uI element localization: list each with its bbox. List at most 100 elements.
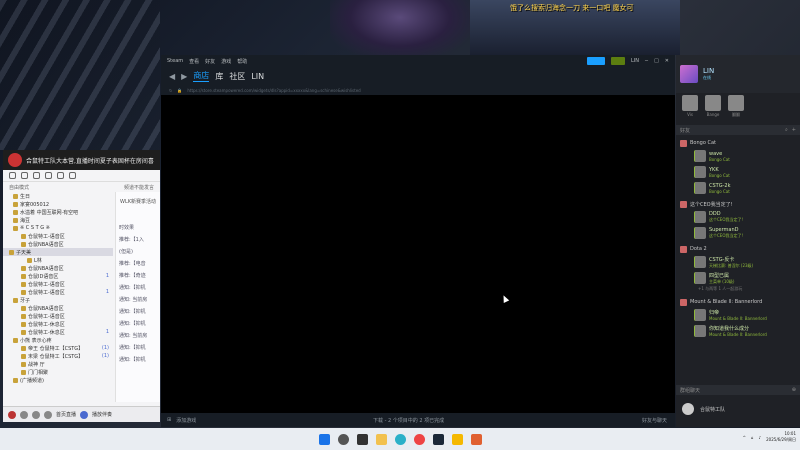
clock[interactable]: 10:01 2025/6/29/周日 — [766, 431, 796, 443]
search-icon[interactable]: ⌕ — [785, 127, 788, 133]
close-icon[interactable]: ✕ — [665, 58, 669, 64]
channel-tree-item[interactable]: 末梁 仓鼠特工【CSTG】 (1) — [3, 352, 113, 360]
location-icon[interactable] — [33, 172, 40, 179]
my-status[interactable]: 在线 — [703, 75, 714, 81]
channel-tree-item[interactable]: 仓鼠特工-休息区 1 — [3, 328, 113, 336]
maximize-icon[interactable]: □ — [654, 58, 659, 64]
grid-icon[interactable] — [45, 172, 52, 179]
channel-tree-item[interactable]: 仓鼠特工-语音区 — [3, 312, 113, 320]
yy-icon[interactable] — [451, 433, 463, 445]
mode-select[interactable]: 自由模式 — [9, 184, 29, 191]
channel-tree-item[interactable]: 水溢着 中国互联网·有空吧 — [3, 208, 113, 216]
avatar — [694, 256, 706, 268]
network-icon[interactable]: ⌂ — [751, 435, 754, 440]
url-text[interactable]: https://store.steampowered.com/widgets/d… — [187, 88, 360, 93]
windows-start-icon[interactable] — [318, 433, 330, 445]
mic-icon[interactable] — [32, 410, 40, 419]
channel-tree-item[interactable]: 仓鼠特工-语音区 — [3, 232, 113, 240]
menu-friends[interactable]: 好友 — [205, 58, 215, 65]
channel-tree-item[interactable]: 仓鼠NBA语音区 — [3, 304, 113, 312]
recent-friend[interactable]: Bange — [703, 95, 723, 121]
channel-tree-item[interactable]: 牙子 — [3, 296, 113, 304]
recent-friend[interactable]: Vis — [680, 95, 700, 121]
channel-tree-item[interactable]: 海豆 — [3, 216, 113, 224]
friend-item[interactable]: CSTG-反卡 天梯比赛: 普涅尔 (23级) — [676, 254, 800, 270]
channel-tree-item[interactable]: 仓鼠特工-休息区 — [3, 320, 113, 328]
account-menu[interactable]: LIN — [631, 58, 639, 64]
menu-games[interactable]: 游戏 — [221, 58, 231, 65]
notification-button[interactable] — [611, 57, 626, 65]
search-icon[interactable] — [69, 172, 76, 179]
channel-tree-item[interactable]: 子天美 — [3, 248, 113, 256]
friend-item[interactable]: DDD 这个CEO我当定了! — [676, 209, 800, 225]
channel-tree-item[interactable]: 帝王 仓鼠特工【CSTG】 (1) — [3, 344, 113, 352]
user-icon[interactable] — [9, 172, 16, 179]
tab-store[interactable]: 商店 — [193, 70, 210, 82]
add-game-icon[interactable]: ⊞ — [167, 417, 171, 423]
chevron-up-icon[interactable]: ^ — [743, 435, 746, 440]
friend-group-header[interactable]: Bongo Cat — [676, 138, 800, 148]
friend-item[interactable]: CSTG-2k Bongo Cat — [676, 180, 800, 196]
menu-steam[interactable]: Steam — [167, 58, 183, 64]
channel-tree-item[interactable]: 小熊 表示心疼 — [3, 336, 113, 344]
volume-icon[interactable]: ♪ — [759, 435, 762, 440]
recent-friend[interactable]: 翻翻 — [726, 95, 746, 121]
file-explorer-icon[interactable] — [375, 433, 387, 445]
settings-icon[interactable] — [21, 172, 28, 179]
channel-tree-item[interactable]: ※ C S T G ※ — [3, 224, 113, 232]
broadcast-button[interactable] — [587, 57, 606, 65]
friend-item[interactable]: SupermanD 这个CEO我当定了! — [676, 225, 800, 241]
my-profile[interactable]: LIN 在线 — [676, 55, 800, 93]
channel-tree-item[interactable]: 仓鼠NBA语音区 — [3, 240, 113, 248]
friend-item[interactable]: 四型已属 主菜单 (10级) — [676, 270, 800, 286]
channel-tree-item[interactable]: 仓鼠特工-语音区 — [3, 280, 113, 288]
minimize-icon[interactable]: ─ — [645, 58, 648, 64]
friend-item[interactable]: 你知道我什么成分 Mount & Blade II: Bannerlord — [676, 323, 800, 339]
friend-item[interactable]: 归帝 Mount & Blade II: Bannerlord — [676, 307, 800, 323]
play-accompaniment-button[interactable]: 播放伴奏 — [92, 411, 112, 418]
back-arrow-icon[interactable]: ◀ — [169, 72, 175, 81]
menu-help[interactable]: 帮助 — [237, 58, 247, 65]
menu-view[interactable]: 查看 — [189, 58, 199, 65]
channel-tree-item[interactable]: 战神 厅 — [3, 360, 113, 368]
search-icon[interactable] — [337, 433, 349, 445]
avatar[interactable] — [680, 65, 698, 83]
task-view-icon[interactable] — [356, 433, 368, 445]
channel-tree-item[interactable]: 生日 — [3, 192, 113, 200]
add-game-button[interactable]: 添加游戏 — [176, 417, 196, 424]
channel-tree-item[interactable]: 仓鼠特工-语音区 1 — [3, 288, 113, 296]
channel-tree-item[interactable]: L林 — [3, 256, 113, 264]
channel-tree-item[interactable]: 仓鼠NBA语音区 — [3, 264, 113, 272]
tab-community[interactable]: 社区 — [229, 71, 245, 82]
channel-tree-item[interactable]: (广播频道) — [3, 376, 113, 384]
friend-group-header[interactable]: Dota 2 — [676, 244, 800, 254]
channel-tree-item[interactable]: 门门相聚 — [3, 368, 113, 376]
steam-icon[interactable] — [432, 433, 444, 445]
forward-arrow-icon[interactable]: ▶ — [181, 72, 187, 81]
friend-group-header[interactable]: 这个CEO我当定了! — [676, 199, 800, 209]
add-friend-icon[interactable]: + — [792, 127, 796, 133]
group-chat-item[interactable]: 合鼠特工队 — [676, 399, 800, 419]
message-icon[interactable] — [57, 172, 64, 179]
add-chat-icon[interactable]: ⊕ — [792, 387, 796, 393]
friend-item[interactable]: YKK Bongo Cat — [676, 164, 800, 180]
channel-tree-item[interactable]: 仓鼠ID语音区 1 — [3, 272, 113, 280]
hall-button[interactable]: 首页直播 — [56, 411, 76, 418]
friend-item[interactable]: wave Bongo Cat — [676, 148, 800, 164]
headset-icon[interactable] — [44, 410, 52, 419]
avatar — [682, 403, 694, 415]
group-chats-label[interactable]: 群组聊天 — [680, 387, 700, 394]
channel-tree-item[interactable]: 家宴005012 — [3, 200, 113, 208]
download-status[interactable]: 下载 - 2 个项目中的 2 项已完成 — [373, 417, 444, 424]
reload-icon[interactable]: ↻ — [169, 88, 172, 93]
tab-profile[interactable]: LIN — [251, 72, 264, 81]
app-icon[interactable] — [470, 433, 482, 445]
edge-icon[interactable] — [394, 433, 406, 445]
tab-library[interactable]: 库 — [215, 71, 223, 82]
friends-chat-button[interactable]: 好友与聊天 — [642, 417, 667, 424]
play-icon[interactable] — [80, 410, 89, 419]
speaker-icon[interactable] — [20, 410, 28, 419]
friend-group-header[interactable]: Mount & Blade II: Bannerlord — [676, 297, 800, 307]
avatar[interactable] — [8, 410, 16, 419]
chrome-icon[interactable] — [413, 433, 425, 445]
